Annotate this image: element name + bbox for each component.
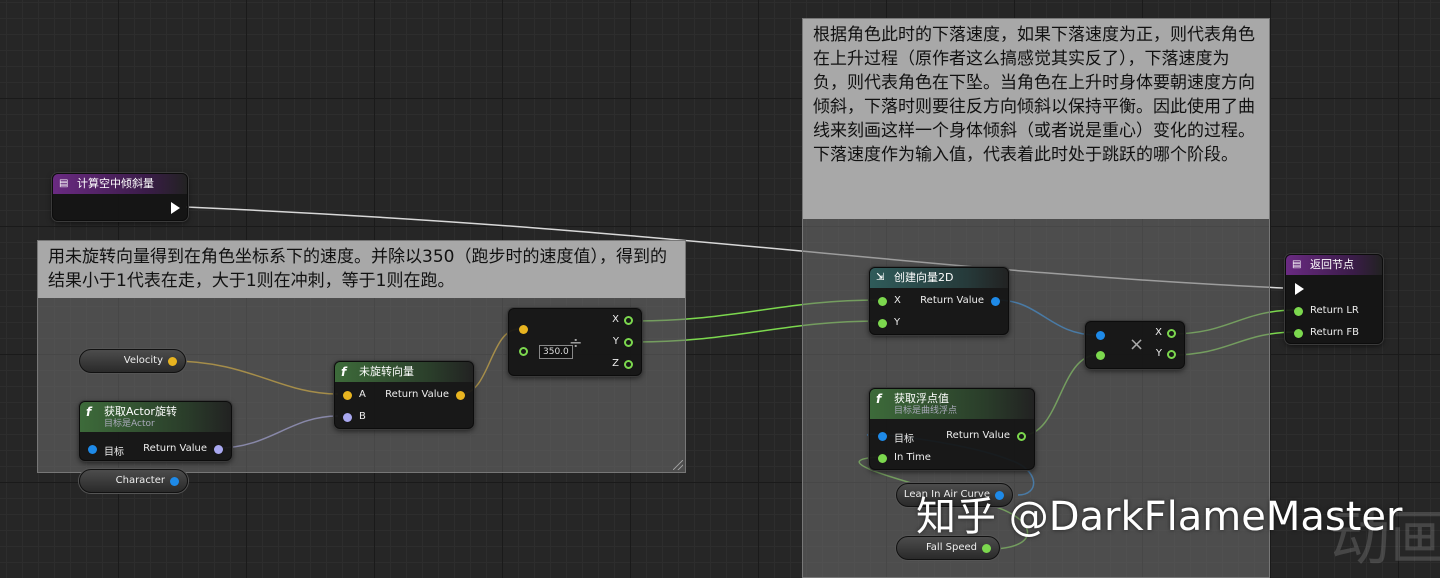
x-in-pin[interactable] — [878, 297, 887, 306]
pin-label: Z — [612, 358, 619, 369]
resize-handle[interactable] — [673, 460, 683, 470]
pin-label: X — [612, 314, 619, 325]
divisor-in-pin[interactable] — [519, 347, 528, 356]
node-title: 计算空中倾斜量 — [77, 177, 154, 190]
b-in-pin[interactable] — [1096, 351, 1105, 360]
function-icon: f — [341, 365, 347, 379]
b-in-pin[interactable] — [343, 413, 352, 422]
pin-label: In Time — [894, 452, 931, 463]
pin-label: Return Value — [143, 443, 207, 454]
pin-label: Y — [894, 317, 901, 328]
return-value-pin[interactable] — [991, 297, 1000, 306]
unrotate-vector-node[interactable]: f 未旋转向量 A B Return Value — [334, 361, 474, 429]
a-in-pin[interactable] — [343, 391, 352, 400]
in-time-pin[interactable] — [878, 454, 887, 463]
watermark-extra: 动画 — [1330, 504, 1440, 574]
pin-label: X — [894, 295, 901, 306]
divide-node[interactable]: 350.0 ÷ X Y Z — [508, 308, 642, 376]
velocity-variable[interactable]: Velocity — [79, 349, 186, 373]
pin-label: B — [359, 411, 366, 422]
y-out-pin[interactable] — [624, 338, 633, 347]
exec-in-pin[interactable] — [1295, 283, 1304, 295]
return-fb-pin[interactable] — [1294, 329, 1303, 338]
character-out-pin[interactable] — [170, 477, 179, 486]
multiply-node[interactable]: × X Y — [1085, 321, 1185, 369]
pin-label: A — [359, 389, 366, 400]
y-out-pin[interactable] — [1167, 350, 1176, 359]
velocity-out-pin[interactable] — [168, 357, 177, 366]
node-title: 获取Actor旋转 — [104, 405, 177, 418]
target-in-pin[interactable] — [878, 432, 887, 441]
pin-label: Return LR — [1310, 305, 1359, 316]
return-node[interactable]: ▤ 返回节点 Return LR Return FB — [1285, 254, 1383, 344]
function-entry-icon: ▤ — [59, 178, 69, 189]
function-icon: f — [876, 392, 882, 406]
return-lr-pin[interactable] — [1294, 307, 1303, 316]
node-subtitle: 目标是Actor — [104, 419, 155, 429]
pin-label: 目标 — [104, 447, 124, 458]
vector-in-pin[interactable] — [519, 325, 528, 334]
function-entry-node[interactable]: ▤ 计算空中倾斜量 — [52, 173, 188, 221]
pin-label: Y — [1155, 348, 1162, 359]
comment-text-left: 用未旋转向量得到在角色坐标系下的速度。并除以350（跑步时的速度值），得到的结果… — [38, 241, 685, 298]
pin-label: Y — [612, 336, 619, 347]
pin-label: Return Value — [946, 430, 1010, 441]
comment-text-right: 根据角色此时的下落速度，如果下落速度为正，则代表角色在上升过程（原作者这么搞感觉… — [803, 19, 1269, 219]
var-label: Velocity — [123, 355, 163, 366]
multiply-icon: × — [1129, 334, 1145, 355]
pin-label: Return Value — [920, 295, 984, 306]
return-value-pin[interactable] — [1017, 432, 1026, 441]
return-icon: ▤ — [1292, 259, 1302, 270]
node-title: 未旋转向量 — [359, 365, 414, 378]
pin-label: X — [1155, 327, 1162, 338]
function-icon: f — [86, 405, 92, 419]
z-out-pin[interactable] — [624, 360, 633, 369]
return-value-pin[interactable] — [456, 391, 465, 400]
target-in-pin[interactable] — [88, 445, 97, 454]
node-title: 返回节点 — [1310, 258, 1354, 271]
pin-label: 目标 — [894, 434, 914, 445]
fall-speed-out-pin[interactable] — [982, 544, 991, 553]
a-in-pin[interactable] — [1096, 331, 1105, 340]
get-float-value-node[interactable]: f 获取浮点值 目标是曲线浮点 目标 In Time Return Value — [869, 388, 1035, 470]
node-title: 创建向量2D — [894, 271, 954, 284]
get-actor-rotation-node[interactable]: f 获取Actor旋转 目标是Actor 目标 Return Value — [79, 401, 232, 461]
node-subtitle: 目标是曲线浮点 — [894, 406, 958, 416]
y-in-pin[interactable] — [878, 319, 887, 328]
return-value-pin[interactable] — [214, 445, 223, 454]
make-vector2d-node[interactable]: ⇲ 创建向量2D X Y Return Value — [869, 267, 1009, 335]
x-out-pin[interactable] — [1167, 329, 1176, 338]
divisor-value-box[interactable]: 350.0 — [539, 345, 573, 359]
node-title: 获取浮点值 — [894, 392, 949, 405]
exec-out-pin[interactable] — [171, 202, 180, 214]
divide-icon: ÷ — [569, 333, 583, 352]
x-out-pin[interactable] — [624, 316, 633, 325]
var-label: Character — [115, 475, 165, 486]
pin-label: Return Value — [385, 389, 449, 400]
character-variable[interactable]: Character — [79, 469, 188, 493]
pin-label: Return FB — [1310, 327, 1359, 338]
make-struct-icon: ⇲ — [876, 272, 885, 283]
